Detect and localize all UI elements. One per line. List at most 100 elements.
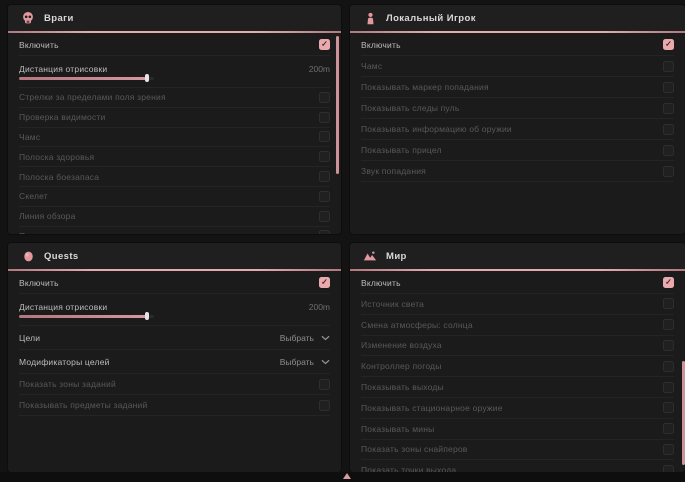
checkbox[interactable]	[319, 191, 330, 202]
toggle-row: Показывать стационарное оружие	[361, 398, 674, 419]
select-value: Выбрать	[280, 333, 314, 343]
panel-quests-header[interactable]: Quests	[8, 243, 341, 269]
toggle-row: Стрелки за пределами поля зрения	[19, 88, 330, 108]
checkbox[interactable]	[319, 400, 330, 411]
checkbox[interactable]	[663, 145, 674, 156]
toggle-row: Полоска здоровья	[19, 147, 330, 167]
toggle-label: Контроллер погоды	[361, 361, 442, 371]
toggle-row: Показать точки выхода	[361, 460, 674, 472]
toggle-label: Показывать предметы заданий	[19, 400, 147, 410]
panel-local-player: Локальный Игрок Включить ✓ Чамс Показывать …	[350, 5, 685, 234]
checkbox[interactable]	[663, 166, 674, 177]
slider-value: 200m	[309, 64, 330, 74]
toggle-row: Линия обзора	[19, 207, 330, 227]
toggle-label: Включить	[361, 40, 401, 50]
checkbox[interactable]	[319, 92, 330, 103]
checkbox[interactable]	[319, 211, 330, 222]
checkbox[interactable]	[663, 402, 674, 413]
toggle-row: Включить✓	[19, 272, 330, 294]
toggle-label: Полоска здоровья	[19, 152, 94, 162]
toggle-row: Включить ✓	[361, 34, 674, 56]
checkbox[interactable]	[663, 361, 674, 372]
player-icon	[363, 11, 377, 25]
checkbox[interactable]: ✓	[319, 277, 330, 288]
select-label: Цели	[19, 333, 40, 343]
toggle-row: Смена атмосферы: солнца	[361, 315, 674, 336]
checkbox[interactable]	[663, 124, 674, 135]
toggle-label: Показывать следы пуль	[361, 103, 459, 113]
checkbox[interactable]	[319, 171, 330, 182]
panel-title: Мир	[386, 251, 407, 262]
checkbox[interactable]	[319, 151, 330, 162]
toggle-label: Скелет	[19, 191, 48, 201]
toggle-row: Включить ✓	[19, 34, 330, 56]
toggle-row: Контроллер погоды	[361, 356, 674, 377]
checkbox[interactable]	[319, 131, 330, 142]
checkbox[interactable]	[663, 382, 674, 393]
target-modifiers-select[interactable]: Выбрать	[280, 357, 330, 367]
toggle-label: Показать зоны снайперов	[361, 444, 468, 454]
toggle-row: Чамс	[19, 128, 330, 148]
checkbox[interactable]	[663, 298, 674, 309]
toggle-label: Чамс	[19, 132, 40, 142]
checkbox[interactable]	[663, 82, 674, 93]
slider-row: Дистанция отрисовки200m	[19, 56, 330, 88]
toggle-row: Включить ✓	[361, 272, 674, 294]
panel-world-header[interactable]: Мир	[350, 243, 685, 269]
checkbox[interactable]	[663, 61, 674, 72]
toggle-label: Включить	[19, 40, 59, 50]
checkbox[interactable]	[663, 444, 674, 455]
chevron-down-icon	[321, 335, 330, 341]
slider-handle[interactable]	[145, 74, 149, 82]
toggle-label: Показывать выходы	[361, 382, 444, 392]
scroll-up-arrow-icon[interactable]	[343, 473, 351, 479]
checkbox[interactable]	[663, 319, 674, 330]
targets-select[interactable]: Выбрать	[280, 333, 330, 343]
panel-local-player-header[interactable]: Локальный Игрок	[350, 5, 685, 31]
checkbox[interactable]: ✓	[319, 39, 330, 50]
toggle-row: Изменение воздуха	[361, 336, 674, 357]
checkbox[interactable]	[319, 112, 330, 123]
slider-row: Дистанция отрисовки200m	[19, 294, 330, 326]
toggle-label: Показывать прицел	[361, 145, 442, 155]
select-label: Модификаторы целей	[19, 357, 110, 367]
slider-fill	[19, 315, 147, 318]
slider-handle[interactable]	[145, 312, 149, 320]
toggle-label: Изменение воздуха	[361, 340, 442, 350]
panel-world: Мир Включить✓Источник светаСмена атмосфе…	[350, 243, 685, 472]
checkbox[interactable]: ✓	[663, 39, 674, 50]
checkmark-icon: ✓	[321, 278, 328, 286]
toggle-row: Чамс	[361, 56, 674, 77]
checkbox[interactable]	[663, 423, 674, 434]
checkbox[interactable]: ✓	[663, 277, 674, 288]
distance-slider[interactable]	[19, 315, 154, 318]
toggle-label: Показать зоны заданий	[19, 379, 116, 389]
toggle-label: Звук попадания	[361, 166, 426, 176]
chevron-down-icon	[321, 359, 330, 365]
select-value: Выбрать	[280, 357, 314, 367]
world-icon	[363, 249, 377, 263]
checkbox[interactable]	[663, 340, 674, 351]
select-row: Цели Выбрать	[19, 326, 330, 350]
panel-enemies: Враги Включить ✓ Дистанция отрисовки200mСт…	[8, 5, 341, 234]
scrollbar[interactable]	[336, 36, 339, 174]
toggle-label: Показывать информацию об оружии	[361, 124, 512, 134]
cheat-menu-grid: Враги Включить✓Дистанция отрисовки200mСт…	[8, 5, 685, 472]
toggle-label: Чамс	[361, 61, 382, 71]
toggle-row: Показать зоны заданий	[19, 374, 330, 395]
checkbox[interactable]	[319, 230, 330, 234]
quests-icon	[21, 249, 35, 263]
distance-slider[interactable]	[19, 77, 154, 80]
toggle-label: Показывать стационарное оружие	[361, 403, 503, 413]
toggle-row: Показывать прицел	[361, 140, 674, 161]
panel-enemies-header[interactable]: Враги	[8, 5, 341, 31]
checkbox[interactable]	[319, 379, 330, 390]
checkmark-icon: ✓	[665, 40, 672, 48]
toggle-row: Показывать маркер попадания	[361, 77, 674, 98]
panel-title: Локальный Игрок	[386, 13, 476, 24]
checkbox[interactable]	[663, 103, 674, 114]
checkbox[interactable]	[663, 465, 674, 472]
toggle-label: Полоска боезапаса	[19, 172, 99, 182]
toggle-label: Включить	[361, 278, 401, 288]
toggle-row: Скелет	[19, 187, 330, 207]
